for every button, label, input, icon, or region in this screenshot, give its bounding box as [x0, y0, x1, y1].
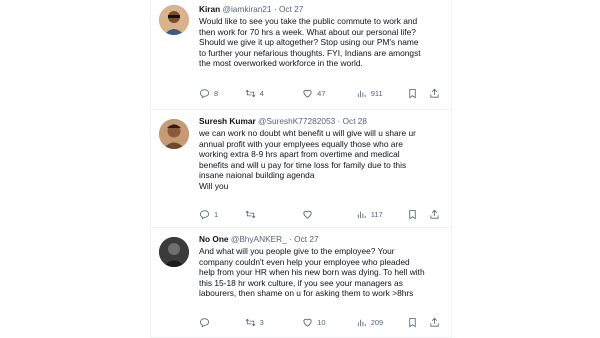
tweet-text-line: to further your nefarious thoughts. FYI,…: [199, 47, 421, 58]
reply-button[interactable]: [199, 317, 245, 328]
reply-icon: [199, 209, 210, 220]
bookmark-icon: [407, 88, 418, 99]
separator-dot: ·: [289, 234, 292, 244]
heart-icon: [302, 209, 313, 220]
views-icon: [356, 317, 367, 328]
separator-dot: ·: [273, 4, 277, 14]
share-icon: [429, 88, 440, 99]
tweet-header: Suresh Kumar @SureshK77282053 · Oct 28: [199, 116, 441, 127]
tweet-text: And what will you people give to the emp…: [199, 246, 441, 299]
view-count: 209: [370, 318, 384, 327]
heart-icon: [302, 88, 313, 99]
author-name[interactable]: No One: [199, 234, 229, 244]
retweet-count: 3: [259, 318, 264, 327]
view-count: 117: [370, 210, 383, 219]
reply-count: 8: [214, 89, 219, 98]
retweet-button[interactable]: [245, 209, 303, 220]
avatar[interactable]: [159, 5, 189, 35]
share-button[interactable]: [429, 317, 441, 328]
views-icon: [356, 209, 367, 220]
retweet-button[interactable]: 3: [245, 317, 303, 328]
reply-count: 1: [214, 210, 219, 219]
author-handle[interactable]: @SureshK77282053: [258, 116, 335, 126]
tweet-date[interactable]: Oct 27: [279, 4, 303, 14]
bookmark-button[interactable]: [407, 88, 429, 99]
author-handle[interactable]: @iamkiran21: [223, 4, 272, 14]
tweet-actions: 1 117: [199, 209, 441, 220]
like-button[interactable]: [302, 209, 356, 220]
tweet-date[interactable]: Oct 27: [294, 234, 318, 244]
tweet-text-line: then work for 70 hrs a week. What about …: [199, 26, 416, 37]
tweet-text-line: And what will you people give to the emp…: [199, 246, 395, 256]
tweet-text: we can work no doubt wht benefit u will …: [199, 128, 441, 191]
tweet-header: No One @BhyANKER_ · Oct 27: [199, 234, 441, 245]
views-button[interactable]: 117: [356, 209, 408, 220]
tweet-text-line: benefits and will u pay for time loss fo…: [199, 159, 407, 170]
avatar[interactable]: [159, 119, 189, 149]
reply-icon: [199, 317, 210, 328]
bookmark-icon: [407, 317, 418, 328]
retweet-button[interactable]: 4: [245, 88, 303, 99]
bookmark-button[interactable]: [407, 317, 429, 328]
like-button[interactable]: 47: [302, 88, 356, 99]
views-button[interactable]: 911: [356, 88, 408, 99]
author-name[interactable]: Suresh Kumar: [199, 116, 256, 126]
tweet-text-line: this 15-18 hr work culture, if you see y…: [199, 277, 403, 288]
tweet-text-line: the most overworked workforce in the wor…: [199, 58, 363, 68]
share-button[interactable]: [429, 209, 441, 220]
like-count: 10: [317, 318, 326, 327]
bookmark-icon: [407, 209, 418, 220]
views-icon: [356, 88, 367, 99]
tweet-text-line: insane naional building agenda: [199, 170, 315, 180]
retweet-icon: [245, 317, 256, 328]
like-button[interactable]: 10: [302, 317, 356, 328]
tweet-thread: Kiran @iamkiran21 · Oct 27 Would like to…: [150, 0, 452, 338]
avatar[interactable]: [159, 237, 189, 267]
tweet-text-line: annual profit with your emplyees equally…: [199, 138, 403, 149]
share-icon: [429, 317, 440, 328]
like-count: 47: [317, 89, 326, 98]
reply-button[interactable]: 8: [199, 88, 245, 99]
tweet-header: Kiran @iamkiran21 · Oct 27: [199, 4, 441, 15]
tweet-text-line: Will you: [199, 180, 229, 191]
view-count: 911: [370, 89, 383, 98]
reply-icon: [199, 88, 210, 99]
tweet-text-line: help from your HR when his new born was …: [199, 267, 425, 277]
tweet-text-line: labourers, then shame on u for asking th…: [199, 288, 414, 298]
separator-dot: ·: [337, 116, 341, 126]
tweet-text: Would like to see you take the public co…: [199, 16, 441, 69]
tweet-kiran[interactable]: Kiran @iamkiran21 · Oct 27 Would like to…: [151, 0, 451, 110]
reply-button[interactable]: 1: [199, 209, 245, 220]
author-handle[interactable]: @BhyANKER_: [231, 234, 287, 244]
tweet-date[interactable]: Oct 28: [343, 116, 367, 126]
retweet-count: 4: [259, 89, 264, 98]
tweet-text-line: Would like to see you take the public co…: [199, 16, 418, 26]
tweet-text-line: company couldn't even help your employee…: [199, 256, 410, 267]
author-name[interactable]: Kiran: [199, 4, 220, 14]
tweet-actions: 8 4 47 911: [199, 88, 441, 99]
views-button[interactable]: 209: [356, 317, 408, 328]
tweet-actions: 3 10 209: [199, 317, 441, 328]
bookmark-button[interactable]: [407, 209, 429, 220]
retweet-icon: [245, 88, 256, 99]
share-button[interactable]: [429, 88, 441, 99]
retweet-icon: [245, 209, 256, 220]
tweet-text-line: working extra 8-9 hrs apart from overtim…: [199, 149, 400, 159]
tweet-text-line: Should we give it up altogether? Stop us…: [199, 37, 419, 47]
tweet-text-line: we can work no doubt wht benefit u will …: [199, 128, 416, 138]
heart-icon: [302, 317, 313, 328]
share-icon: [429, 209, 440, 220]
